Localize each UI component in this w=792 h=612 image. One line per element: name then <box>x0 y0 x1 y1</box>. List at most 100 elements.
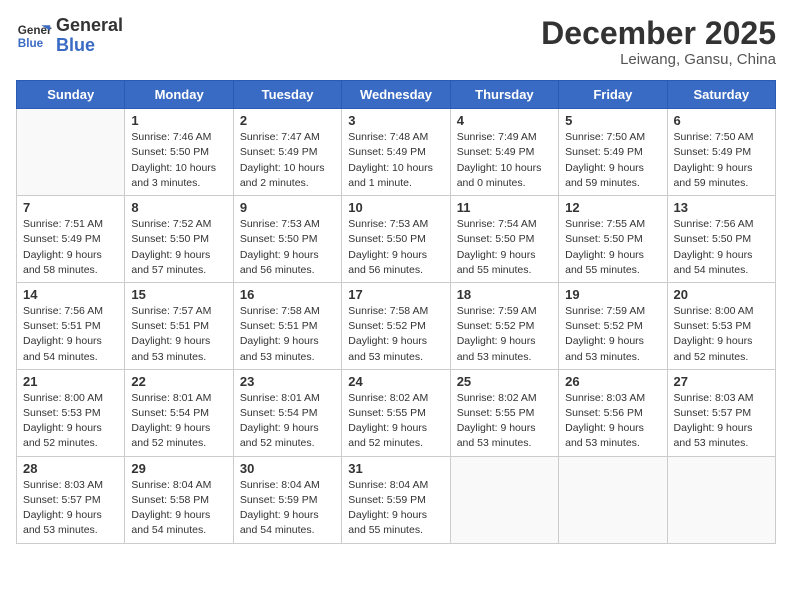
day-info: Sunrise: 7:53 AM Sunset: 5:50 PM Dayligh… <box>348 217 443 278</box>
logo-text: General Blue <box>56 16 123 56</box>
calendar-week-row: 14 Sunrise: 7:56 AM Sunset: 5:51 PM Dayli… <box>17 282 776 369</box>
day-number: 1 <box>131 113 226 128</box>
calendar-cell: 27 Sunrise: 8:03 AM Sunset: 5:57 PM Dayli… <box>667 369 775 456</box>
day-info: Sunrise: 8:03 AM Sunset: 5:57 PM Dayligh… <box>674 391 769 452</box>
day-number: 21 <box>23 374 118 389</box>
calendar-cell <box>667 456 775 543</box>
calendar-cell: 2Sunrise: 7:47 AM Sunset: 5:49 PM Daylig… <box>233 109 341 196</box>
day-info: Sunrise: 8:02 AM Sunset: 5:55 PM Dayligh… <box>348 391 443 452</box>
logo-line1: General <box>56 16 123 36</box>
calendar-cell: 14 Sunrise: 7:56 AM Sunset: 5:51 PM Dayli… <box>17 282 125 369</box>
weekday-header-wednesday: Wednesday <box>342 81 450 109</box>
day-number: 7 <box>23 200 118 215</box>
day-number: 2 <box>240 113 335 128</box>
calendar-cell: 4 Sunrise: 7:49 AM Sunset: 5:49 PM Daylig… <box>450 109 558 196</box>
day-info: Sunrise: 7:58 AM Sunset: 5:51 PM Dayligh… <box>240 304 335 365</box>
day-info: Sunrise: 8:01 AM Sunset: 5:54 PM Dayligh… <box>131 391 226 452</box>
calendar-cell: 19Sunrise: 7:59 AM Sunset: 5:52 PM Dayli… <box>559 282 667 369</box>
day-number: 31 <box>348 461 443 476</box>
day-number: 16 <box>240 287 335 302</box>
location: Leiwang, Gansu, China <box>541 51 776 68</box>
day-number: 24 <box>348 374 443 389</box>
calendar-cell: 16 Sunrise: 7:58 AM Sunset: 5:51 PM Dayli… <box>233 282 341 369</box>
day-number: 27 <box>674 374 769 389</box>
day-number: 29 <box>131 461 226 476</box>
day-number: 9 <box>240 200 335 215</box>
day-info: Sunrise: 7:55 AM Sunset: 5:50 PM Dayligh… <box>565 217 660 278</box>
day-info: Sunrise: 8:04 AM Sunset: 5:59 PM Dayligh… <box>348 478 443 539</box>
day-info: Sunrise: 7:48 AM Sunset: 5:49 PM Dayligh… <box>348 130 443 191</box>
calendar-cell: 5 Sunrise: 7:50 AM Sunset: 5:49 PM Daylig… <box>559 109 667 196</box>
day-number: 11 <box>457 200 552 215</box>
calendar-week-row: 21Sunrise: 8:00 AM Sunset: 5:53 PM Dayli… <box>17 369 776 456</box>
calendar-cell <box>450 456 558 543</box>
day-info: Sunrise: 7:50 AM Sunset: 5:49 PM Dayligh… <box>565 130 660 191</box>
day-info: Sunrise: 7:56 AM Sunset: 5:50 PM Dayligh… <box>674 217 769 278</box>
calendar-cell <box>559 456 667 543</box>
calendar-week-row: 1 Sunrise: 7:46 AM Sunset: 5:50 PM Daylig… <box>17 109 776 196</box>
calendar-cell: 17Sunrise: 7:58 AM Sunset: 5:52 PM Dayli… <box>342 282 450 369</box>
day-info: Sunrise: 7:46 AM Sunset: 5:50 PM Dayligh… <box>131 130 226 191</box>
day-info: Sunrise: 7:50 AM Sunset: 5:49 PM Dayligh… <box>674 130 769 191</box>
day-number: 23 <box>240 374 335 389</box>
calendar-cell: 23Sunrise: 8:01 AM Sunset: 5:54 PM Dayli… <box>233 369 341 456</box>
calendar-cell: 15 Sunrise: 7:57 AM Sunset: 5:51 PM Dayli… <box>125 282 233 369</box>
calendar-cell: 18Sunrise: 7:59 AM Sunset: 5:52 PM Dayli… <box>450 282 558 369</box>
calendar-cell: 13 Sunrise: 7:56 AM Sunset: 5:50 PM Dayli… <box>667 196 775 283</box>
day-number: 15 <box>131 287 226 302</box>
day-number: 13 <box>674 200 769 215</box>
day-info: Sunrise: 8:00 AM Sunset: 5:53 PM Dayligh… <box>674 304 769 365</box>
day-info: Sunrise: 7:51 AM Sunset: 5:49 PM Dayligh… <box>23 217 118 278</box>
day-number: 3 <box>348 113 443 128</box>
weekday-header-monday: Monday <box>125 81 233 109</box>
day-info: Sunrise: 7:56 AM Sunset: 5:51 PM Dayligh… <box>23 304 118 365</box>
calendar-cell: 22 Sunrise: 8:01 AM Sunset: 5:54 PM Dayli… <box>125 369 233 456</box>
weekday-header-friday: Friday <box>559 81 667 109</box>
day-number: 14 <box>23 287 118 302</box>
day-number: 8 <box>131 200 226 215</box>
month-title: December 2025 <box>541 16 776 51</box>
day-info: Sunrise: 8:03 AM Sunset: 5:56 PM Dayligh… <box>565 391 660 452</box>
day-info: Sunrise: 7:57 AM Sunset: 5:51 PM Dayligh… <box>131 304 226 365</box>
day-info: Sunrise: 7:59 AM Sunset: 5:52 PM Dayligh… <box>457 304 552 365</box>
svg-text:Blue: Blue <box>18 37 44 50</box>
day-number: 10 <box>348 200 443 215</box>
day-number: 4 <box>457 113 552 128</box>
day-number: 6 <box>674 113 769 128</box>
calendar-cell: 9 Sunrise: 7:53 AM Sunset: 5:50 PM Daylig… <box>233 196 341 283</box>
calendar-cell: 20Sunrise: 8:00 AM Sunset: 5:53 PM Dayli… <box>667 282 775 369</box>
day-number: 12 <box>565 200 660 215</box>
day-number: 26 <box>565 374 660 389</box>
day-number: 22 <box>131 374 226 389</box>
day-info: Sunrise: 8:03 AM Sunset: 5:57 PM Dayligh… <box>23 478 118 539</box>
page-header: General Blue General Blue December 2025 … <box>16 16 776 68</box>
day-number: 28 <box>23 461 118 476</box>
calendar-cell: 3 Sunrise: 7:48 AM Sunset: 5:49 PM Daylig… <box>342 109 450 196</box>
day-number: 5 <box>565 113 660 128</box>
day-number: 30 <box>240 461 335 476</box>
calendar-cell <box>17 109 125 196</box>
day-info: Sunrise: 7:49 AM Sunset: 5:49 PM Dayligh… <box>457 130 552 191</box>
day-number: 17 <box>348 287 443 302</box>
calendar-cell: 6 Sunrise: 7:50 AM Sunset: 5:49 PM Daylig… <box>667 109 775 196</box>
weekday-header-sunday: Sunday <box>17 81 125 109</box>
weekday-header-saturday: Saturday <box>667 81 775 109</box>
day-info: Sunrise: 8:02 AM Sunset: 5:55 PM Dayligh… <box>457 391 552 452</box>
day-info: Sunrise: 7:53 AM Sunset: 5:50 PM Dayligh… <box>240 217 335 278</box>
day-info: Sunrise: 7:54 AM Sunset: 5:50 PM Dayligh… <box>457 217 552 278</box>
calendar-cell: 8 Sunrise: 7:52 AM Sunset: 5:50 PM Daylig… <box>125 196 233 283</box>
weekday-header-row: SundayMondayTuesdayWednesdayThursdayFrid… <box>17 81 776 109</box>
calendar-cell: 24 Sunrise: 8:02 AM Sunset: 5:55 PM Dayli… <box>342 369 450 456</box>
calendar-cell: 30Sunrise: 8:04 AM Sunset: 5:59 PM Dayli… <box>233 456 341 543</box>
calendar-cell: 1 Sunrise: 7:46 AM Sunset: 5:50 PM Daylig… <box>125 109 233 196</box>
calendar-cell: 7 Sunrise: 7:51 AM Sunset: 5:49 PM Daylig… <box>17 196 125 283</box>
calendar-cell: 12 Sunrise: 7:55 AM Sunset: 5:50 PM Dayli… <box>559 196 667 283</box>
day-number: 25 <box>457 374 552 389</box>
calendar-cell: 28 Sunrise: 8:03 AM Sunset: 5:57 PM Dayli… <box>17 456 125 543</box>
day-info: Sunrise: 8:04 AM Sunset: 5:58 PM Dayligh… <box>131 478 226 539</box>
day-number: 19 <box>565 287 660 302</box>
logo-line2: Blue <box>56 36 123 56</box>
weekday-header-thursday: Thursday <box>450 81 558 109</box>
day-info: Sunrise: 7:52 AM Sunset: 5:50 PM Dayligh… <box>131 217 226 278</box>
calendar-table: SundayMondayTuesdayWednesdayThursdayFrid… <box>16 80 776 543</box>
